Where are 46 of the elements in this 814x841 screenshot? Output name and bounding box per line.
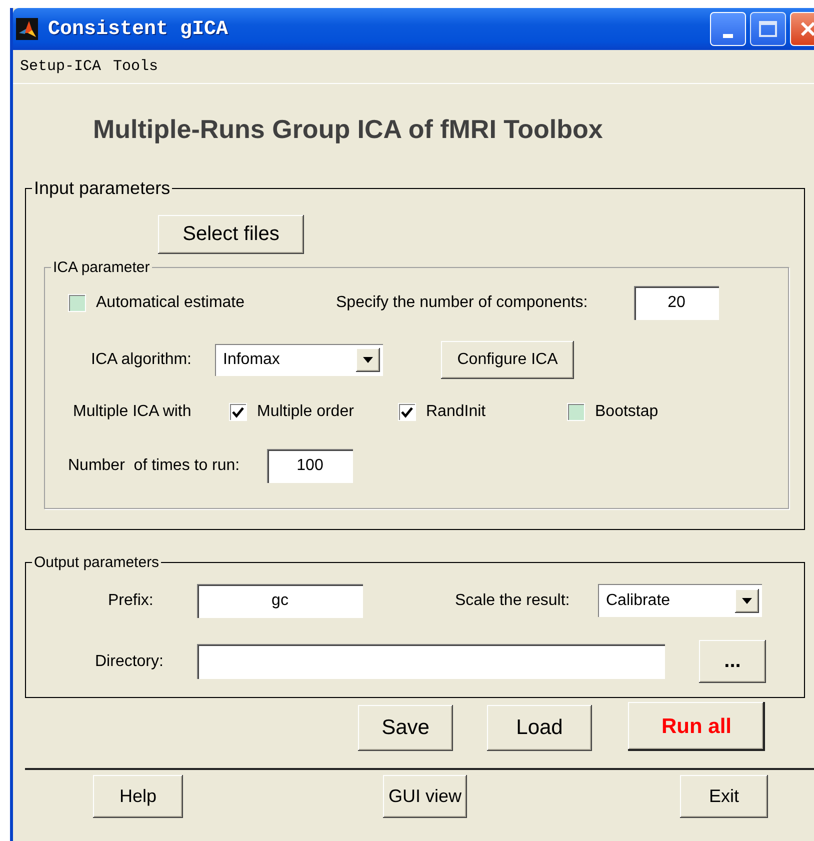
app-logo-icon (16, 18, 38, 40)
checkbox[interactable] (68, 294, 86, 312)
group-title: Input parameters (33, 178, 172, 199)
dropdown[interactable]: Calibrate (598, 584, 762, 617)
checkbox[interactable] (398, 403, 416, 421)
directory-field[interactable] (197, 644, 665, 679)
checkbox-label: Multiple order (257, 403, 354, 421)
option-label: Multiple ICA with (73, 403, 192, 421)
checkbox[interactable] (567, 403, 585, 421)
configure-ica-button[interactable]: Configure ICA (441, 341, 574, 379)
menu-item[interactable]: Setup-ICA (20, 58, 102, 75)
field-label: Specify the number of components: (336, 294, 588, 312)
caret-icon (742, 598, 752, 604)
select-files-button[interactable]: Select files (158, 215, 304, 254)
field-label: Scale the result: (455, 592, 570, 610)
maximize-button[interactable] (750, 12, 786, 46)
action-button[interactable]: Save (358, 705, 453, 751)
browse-button[interactable]: ... (699, 640, 766, 683)
dropdown-arrow-button[interactable] (735, 588, 759, 612)
field-label: Directory: (95, 652, 164, 670)
minimize-icon (723, 34, 733, 38)
footer-button[interactable]: Help (93, 775, 183, 818)
minimize-button[interactable] (710, 12, 746, 46)
field-label: Prefix: (108, 592, 154, 610)
checkbox-label: Automatical estimate (96, 294, 245, 312)
window-title: Consistent gICA (48, 18, 228, 40)
toolbox-heading: Multiple-Runs Group ICA of fMRI Toolbox (92, 114, 604, 146)
caret-icon (363, 357, 373, 363)
field-label: Number of times to run: (68, 457, 240, 475)
group-title: ICA parameter (52, 259, 151, 276)
dropdown-arrow-button[interactable] (356, 348, 380, 372)
footer-button[interactable]: GUI view (383, 775, 467, 818)
close-icon (800, 21, 814, 37)
group-title: Output parameters (33, 554, 160, 571)
checkbox-label: Bootstap (595, 403, 658, 421)
footer-button[interactable]: Exit (680, 775, 768, 818)
prefix-field[interactable]: gc (197, 584, 363, 618)
checkbox-label: RandInit (426, 403, 486, 421)
checkbox[interactable] (229, 403, 247, 421)
dropdown[interactable]: Infomax (215, 344, 383, 376)
action-button[interactable]: Load (487, 705, 592, 751)
field-label: ICA algorithm: (91, 351, 192, 369)
runs-field[interactable]: 100 (267, 449, 353, 483)
menu-item[interactable]: Tools (113, 58, 158, 75)
components-field[interactable]: 20 (634, 286, 719, 320)
maximize-icon (759, 21, 777, 37)
